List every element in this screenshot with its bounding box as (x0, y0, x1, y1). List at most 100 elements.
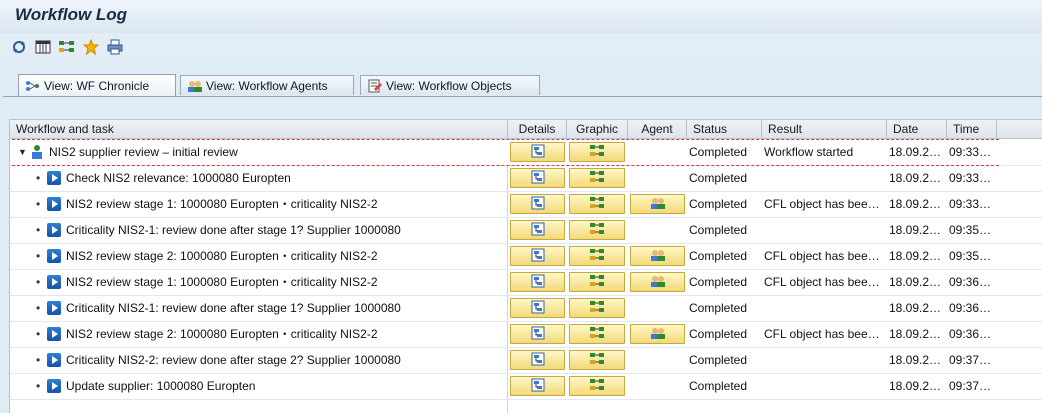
refresh-icon[interactable] (10, 39, 28, 55)
status-text: Completed (689, 353, 748, 367)
table-row[interactable]: • Criticality NIS2-1: review done after s… (10, 217, 1042, 244)
print-icon[interactable] (106, 39, 124, 55)
table-row[interactable]: • NIS2 review stage 2: 1000080 Europten・c… (10, 243, 1042, 270)
agent-icon (650, 197, 666, 212)
table-header: Workflow and task Details Graphic Agent … (10, 120, 1042, 139)
graphic-button[interactable] (569, 272, 625, 292)
graphic-button[interactable] (569, 376, 625, 396)
time-text: 09:35… (949, 249, 992, 263)
tab-content-border (3, 96, 1042, 97)
details-icon (531, 274, 545, 291)
details-button[interactable] (510, 246, 565, 266)
hierarchy-icon[interactable] (58, 39, 76, 55)
date-text: 18.09.2… (889, 249, 942, 263)
details-button[interactable] (510, 142, 565, 162)
table-row[interactable]: • NIS2 review stage 2: 1000080 Europten・c… (10, 321, 1042, 348)
tab-label: View: WF Chronicle (44, 78, 150, 93)
result-text (764, 295, 886, 321)
column-header-details[interactable]: Details (508, 120, 567, 138)
details-icon (531, 144, 545, 161)
chronicle-icon (25, 79, 41, 93)
graphic-button[interactable] (569, 324, 625, 344)
details-button[interactable] (510, 376, 565, 396)
column-header-status[interactable]: Status (687, 120, 762, 138)
column-header-result[interactable]: Result (762, 120, 887, 138)
details-button[interactable] (510, 350, 565, 370)
task-name: Criticality NIS2-1: review done after st… (66, 223, 401, 237)
step-icon (47, 275, 61, 289)
date-text: 18.09.2… (889, 327, 942, 341)
table-row[interactable]: ▼ NIS2 supplier review – initial review C… (10, 139, 1042, 166)
date-text: 18.09.2… (889, 197, 942, 211)
graphic-icon (589, 378, 605, 395)
graphic-icon (589, 144, 605, 161)
time-text: 09:36… (949, 327, 992, 341)
agent-button[interactable] (630, 272, 685, 292)
status-text: Completed (689, 327, 748, 341)
agent-button[interactable] (630, 246, 685, 266)
graphic-icon (589, 196, 605, 213)
column-header-task[interactable]: Workflow and task (10, 120, 508, 138)
agent-button[interactable] (630, 194, 685, 214)
tab-wf-chronicle[interactable]: View: WF Chronicle (18, 74, 176, 96)
details-button[interactable] (510, 194, 565, 214)
details-icon (531, 222, 545, 239)
table-row[interactable]: • Criticality NIS2-2: review done after s… (10, 347, 1042, 374)
page-title: Workflow Log (15, 5, 128, 24)
column-header-time[interactable]: Time (947, 120, 997, 138)
details-button[interactable] (510, 220, 565, 240)
details-button[interactable] (510, 168, 565, 188)
result-text (764, 373, 886, 399)
date-text: 18.09.2… (889, 379, 942, 393)
columns-icon[interactable] (34, 39, 52, 55)
graphic-button[interactable] (569, 298, 625, 318)
graphic-button[interactable] (569, 142, 625, 162)
task-name: Criticality NIS2-2: review done after st… (66, 353, 401, 367)
details-button[interactable] (510, 324, 565, 344)
table-row[interactable]: • Check NIS2 relevance: 1000080 Europten … (10, 165, 1042, 192)
status-text: Completed (689, 249, 748, 263)
tree-bullet: • (36, 301, 41, 315)
graphic-icon (589, 326, 605, 343)
step-icon (47, 327, 61, 341)
title-bar: Workflow Log (0, 0, 1042, 33)
date-text: 18.09.2… (889, 301, 942, 315)
step-icon (47, 249, 61, 263)
tree-bullet: • (36, 171, 41, 185)
graphic-button[interactable] (569, 246, 625, 266)
column-header-agent[interactable]: Agent (628, 120, 687, 138)
task-name: Update supplier: 1000080 Europten (66, 379, 256, 393)
agent-icon (650, 327, 666, 342)
workflow-log-table: Workflow and task Details Graphic Agent … (9, 119, 1042, 413)
step-icon (47, 301, 61, 315)
table-row[interactable]: • NIS2 review stage 1: 1000080 Europten・c… (10, 191, 1042, 218)
tab-workflow-agents[interactable]: View: Workflow Agents (180, 75, 354, 95)
date-text: 18.09.2… (889, 145, 942, 159)
column-header-date[interactable]: Date (887, 120, 947, 138)
details-icon (531, 248, 545, 265)
result-text (764, 217, 886, 243)
result-text: Workflow started (764, 145, 854, 159)
table-row[interactable]: • NIS2 review stage 1: 1000080 Europten・c… (10, 269, 1042, 296)
step-icon (47, 171, 61, 185)
time-text: 09:37… (949, 353, 992, 367)
graphic-icon (589, 248, 605, 265)
graphic-button[interactable] (569, 194, 625, 214)
favorite-star-icon[interactable] (82, 39, 100, 55)
graphic-button[interactable] (569, 168, 625, 188)
date-text: 18.09.2… (889, 275, 942, 289)
table-row[interactable]: • Criticality NIS2-1: review done after s… (10, 295, 1042, 322)
table-row[interactable]: • Update supplier: 1000080 Europten Compl… (10, 373, 1042, 400)
graphic-button[interactable] (569, 350, 625, 370)
details-button[interactable] (510, 298, 565, 318)
column-header-graphic[interactable]: Graphic (567, 120, 628, 138)
agent-button[interactable] (630, 324, 685, 344)
result-text (764, 165, 886, 191)
task-name: NIS2 review stage 2: 1000080 Europten・cr… (66, 327, 378, 341)
graphic-button[interactable] (569, 220, 625, 240)
details-button[interactable] (510, 272, 565, 292)
step-icon (47, 379, 61, 393)
tab-workflow-objects[interactable]: View: Workflow Objects (360, 75, 540, 95)
expand-arrow-icon[interactable]: ▼ (18, 139, 27, 165)
status-text: Completed (689, 275, 748, 289)
